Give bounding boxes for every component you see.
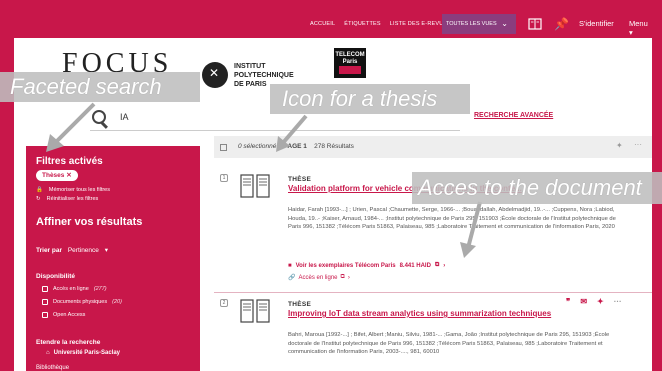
checkbox[interactable]	[42, 299, 48, 305]
callout-faceted-search: Faceted search	[0, 72, 200, 102]
result-item: 2 ❞ ✉ ✦ ··· THÈSE Improving IoT data str…	[214, 292, 652, 371]
option-label: Accès en ligne	[53, 286, 89, 292]
filter-open-access[interactable]: Open Access	[42, 312, 85, 318]
top-navigation: ACCUEIL ÉTIQUETTES LISTE DES E-REVUES TO…	[14, 10, 652, 38]
result-title-link[interactable]: Improving IoT data stream analytics usin…	[288, 309, 628, 319]
chevron-right-icon[interactable]: ›	[443, 263, 445, 269]
pin-icon[interactable]: ✦	[616, 141, 623, 150]
pin-icon[interactable]: 📌	[554, 17, 569, 31]
faceted-arrow	[46, 102, 96, 152]
result-actions: ❞ ✉ ✦ ···	[566, 297, 622, 306]
reset-filters[interactable]: ↻ Réinitialiser les filtres	[36, 196, 98, 202]
library-facet-title: Bibliothèque	[36, 365, 70, 371]
ipp-line-2: POLYTECHNIQUE	[234, 72, 294, 79]
quote-icon[interactable]: ❞	[566, 297, 570, 306]
signin-link[interactable]: S'identifier	[579, 19, 614, 28]
reset-icon: ↻	[36, 196, 41, 202]
sort-label: Trier par	[36, 247, 63, 254]
book-icon: ■	[288, 262, 292, 269]
selected-count: 0 sélectionné	[238, 143, 277, 150]
more-options-icon[interactable]: ···	[614, 297, 622, 306]
result-number[interactable]: 1	[220, 174, 228, 182]
extend-university-toggle[interactable]: ⌂ Université Paris-Saclay	[46, 350, 120, 356]
active-filters-title: Filtres activés	[36, 156, 103, 167]
reset-filters-label: Réinitialiser les filtres	[46, 196, 99, 202]
filter-physical-docs[interactable]: Documents physiques (20)	[42, 299, 122, 305]
reading-list-icon[interactable]	[528, 17, 542, 31]
select-all-checkbox[interactable]	[220, 144, 227, 151]
result-number[interactable]: 2	[220, 299, 228, 307]
document-type: THÈSE	[288, 176, 312, 183]
callout-document-access: Acces to the document	[412, 172, 662, 204]
chevron-right-icon[interactable]: ›	[348, 275, 350, 281]
memorize-filters[interactable]: 🔒 Mémoriser tous les filtres	[36, 187, 110, 193]
nav-link-tags[interactable]: ÉTIQUETTES	[344, 21, 381, 27]
availability-title: Disponibilité	[36, 273, 75, 280]
sort-value: Pertinence	[67, 247, 99, 254]
telecom-line-1: TELECOM	[335, 52, 365, 58]
ipp-emblem-icon	[202, 62, 228, 88]
chevron-down-icon: ▾	[104, 247, 108, 254]
online-access-row[interactable]: 🔗 Accès en ligne ⧉ ›	[288, 274, 350, 281]
chevron-down-icon: ⌄	[501, 19, 508, 28]
telecom-line-2: Paris	[342, 59, 358, 65]
thesis-icon	[240, 174, 270, 198]
option-label: Documents physiques	[53, 299, 108, 305]
advanced-search-link[interactable]: RECHERCHE AVANCÉE	[474, 112, 553, 119]
extend-search-title: Etendre la recherche	[36, 339, 101, 346]
menu-button[interactable]: Menu ▾	[629, 19, 652, 37]
nav-links: ACCUEIL ÉTIQUETTES LISTE DES E-REVUES	[310, 10, 451, 38]
sort-by[interactable]: Trier par Pertinence ▾	[36, 246, 108, 254]
memorize-filters-label: Mémoriser tous les filtres	[48, 187, 110, 193]
acces-arrow	[460, 201, 482, 258]
availability-link[interactable]: Voir les exemplaires Télécom Paris	[296, 263, 396, 269]
callout-thesis-icon: Icon for a thesis	[270, 84, 470, 114]
nav-link-home[interactable]: ACCUEIL	[310, 21, 335, 27]
views-label: TOUTES LES VUES	[446, 21, 497, 27]
external-link-icon[interactable]: ⧉	[435, 262, 439, 269]
availability-row[interactable]: ■ Voir les exemplaires Télécom Paris 8.4…	[288, 262, 445, 269]
checkbox[interactable]	[42, 286, 48, 292]
link-icon: 🔗	[288, 275, 296, 281]
external-link-icon[interactable]: ⧉	[341, 274, 345, 281]
university-icon: ⌂	[46, 350, 50, 356]
email-icon[interactable]: ✉	[580, 297, 587, 306]
call-number: 8.441 HAID	[399, 262, 431, 269]
university-label: Université Paris-Saclay	[53, 350, 120, 356]
document-type: THÈSE	[288, 301, 312, 308]
filters-sidebar: Filtres activés Thèses ✕ 🔒 Mémoriser tou…	[26, 146, 200, 371]
icon-arrow	[276, 114, 308, 152]
option-count: (277)	[93, 286, 107, 292]
more-options-icon[interactable]: ···	[634, 140, 642, 149]
online-access-link[interactable]: Accès en ligne	[298, 275, 337, 281]
views-dropdown[interactable]: TOUTES LES VUES ⌄	[442, 14, 516, 34]
thesis-icon	[240, 299, 270, 323]
option-count: (20)	[112, 299, 122, 305]
option-label: Open Access	[53, 312, 86, 318]
result-authors: Bahri, Maroua [1992-...] ; Bifet, Albert…	[288, 332, 610, 356]
refine-results-title: Affiner vos résultats	[36, 216, 143, 228]
filter-chip-theses[interactable]: Thèses ✕	[36, 170, 78, 181]
results-count: 278 Résultats	[314, 143, 354, 150]
checkbox[interactable]	[42, 312, 48, 318]
ipp-line-1: INSTITUT	[234, 63, 266, 70]
lock-icon: 🔒	[36, 187, 43, 193]
filter-online-access[interactable]: Accès en ligne (277)	[42, 286, 107, 292]
telecom-logo: TELECOM Paris	[334, 48, 366, 78]
pin-icon[interactable]: ✦	[597, 297, 604, 306]
